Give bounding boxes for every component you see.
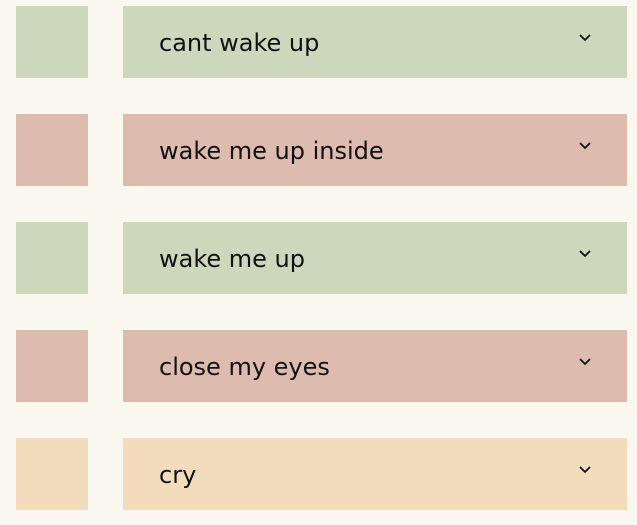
accordion-label: close my eyes	[159, 353, 330, 381]
accordion-header[interactable]: cant wake up	[123, 6, 627, 78]
chevron-down-icon	[579, 142, 591, 150]
color-swatch	[16, 222, 88, 294]
accordion-header[interactable]: wake me up inside	[123, 114, 627, 186]
accordion-list: cant wake up wake me up inside wake me u…	[0, 0, 637, 525]
accordion-header[interactable]: cry	[123, 438, 627, 510]
accordion-header[interactable]: wake me up	[123, 222, 627, 294]
list-item: wake me up	[0, 222, 637, 294]
chevron-down-icon	[579, 250, 591, 258]
color-swatch	[16, 6, 88, 78]
chevron-down-icon	[579, 466, 591, 474]
accordion-label: cant wake up	[159, 29, 320, 57]
chevron-down-icon	[579, 358, 591, 366]
list-item: wake me up inside	[0, 114, 637, 186]
list-item: cry	[0, 438, 637, 510]
list-item: close my eyes	[0, 330, 637, 402]
color-swatch	[16, 330, 88, 402]
accordion-label: wake me up inside	[159, 137, 384, 165]
chevron-down-icon	[579, 34, 591, 42]
accordion-label: cry	[159, 461, 197, 489]
accordion-header[interactable]: close my eyes	[123, 330, 627, 402]
color-swatch	[16, 114, 88, 186]
color-swatch	[16, 438, 88, 510]
accordion-label: wake me up	[159, 245, 305, 273]
list-item: cant wake up	[0, 6, 637, 78]
